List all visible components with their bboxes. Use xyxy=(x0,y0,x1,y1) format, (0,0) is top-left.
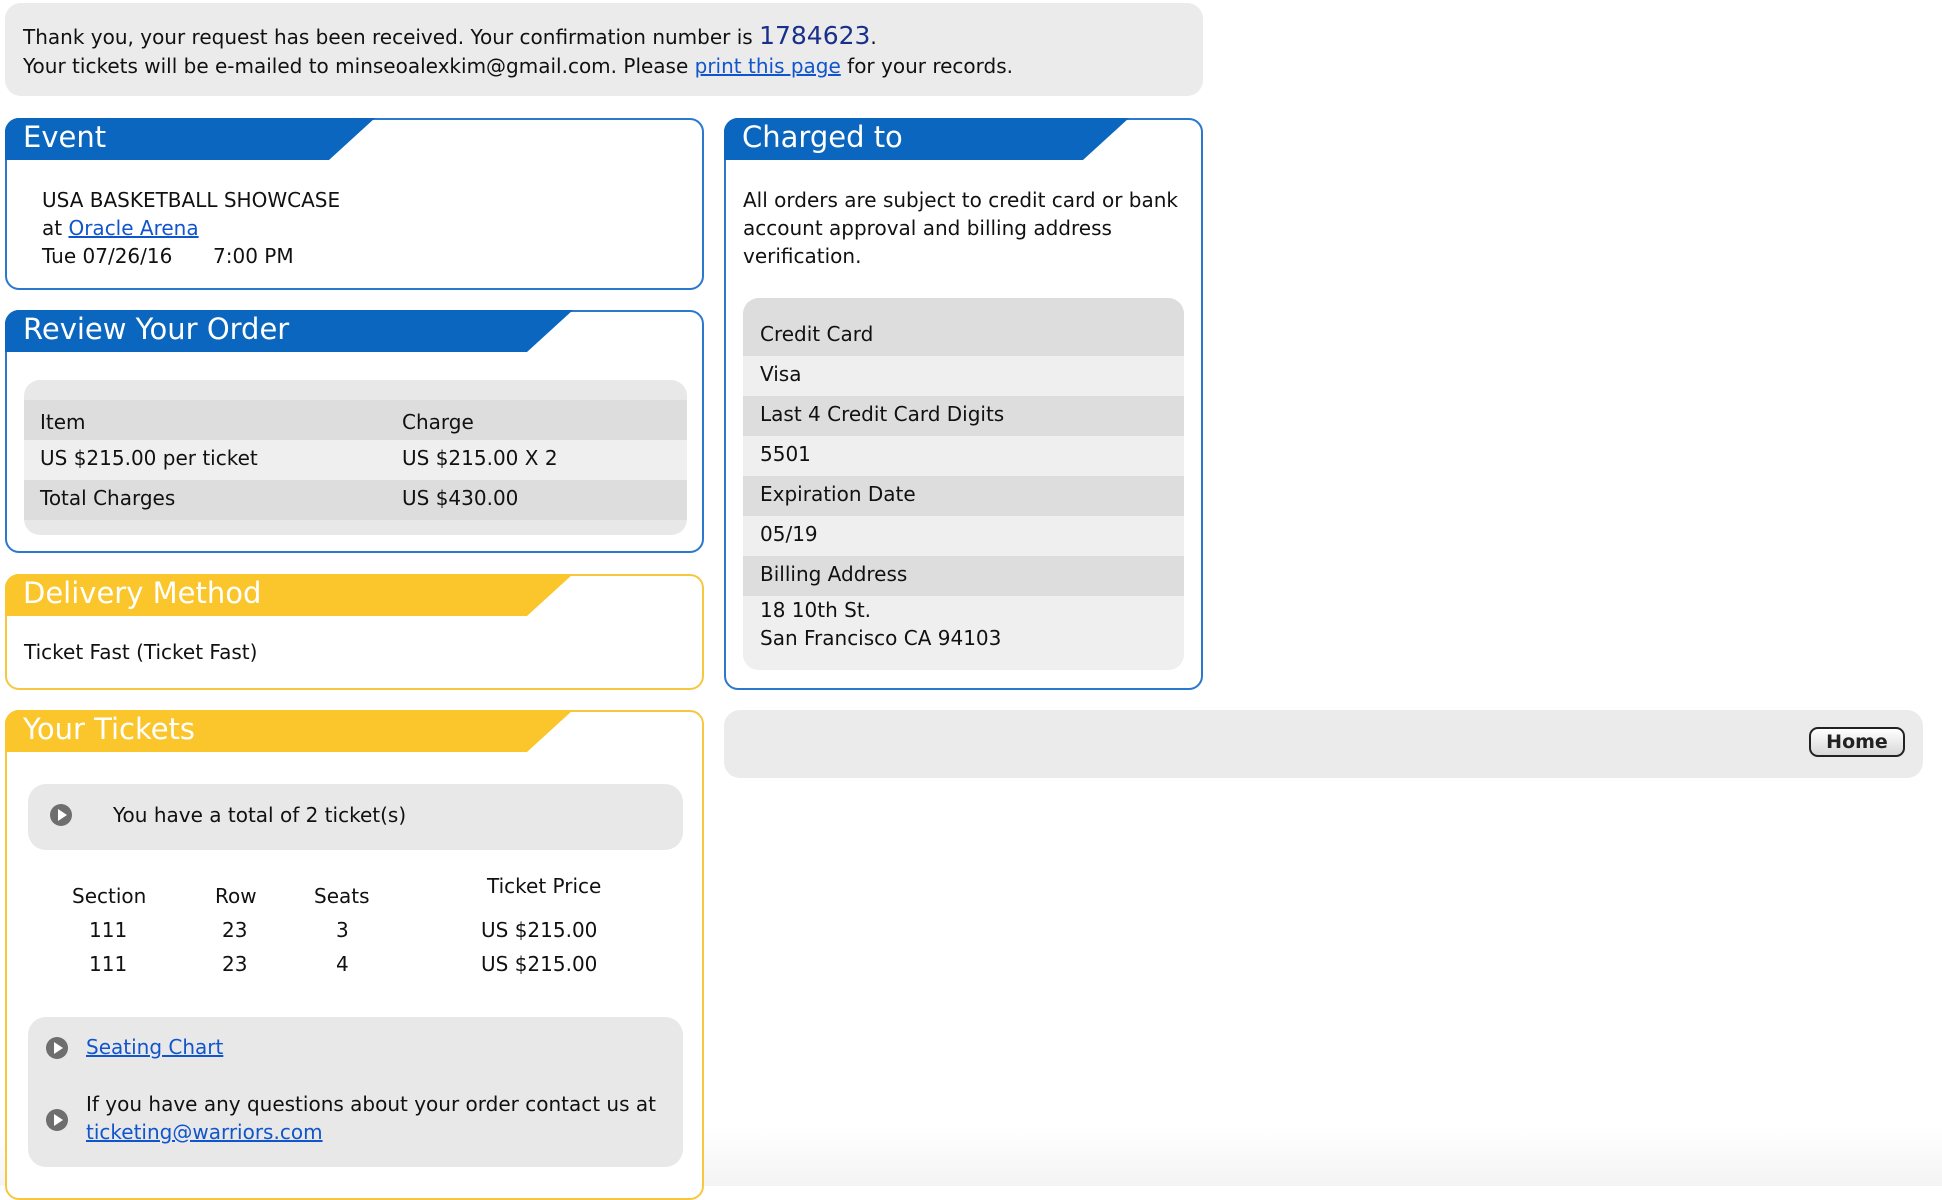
charge-cell: US $215.00 X 2 xyxy=(402,446,558,470)
row-cell: 23 xyxy=(222,952,248,976)
confirmation-period: . xyxy=(870,25,877,49)
confirmation-number: 1784623 xyxy=(759,21,871,50)
credit-card-value: Visa xyxy=(760,362,802,386)
seat-cell: 3 xyxy=(336,918,349,942)
approval-notice-line-1: All orders are subject to credit card or… xyxy=(743,188,1178,212)
review-order-panel: Review Your Order Item Charge US $215.00… xyxy=(5,310,704,553)
event-venue-line: at Oracle Arena xyxy=(42,214,199,242)
confirmation-line-1: Thank you, your request has been receive… xyxy=(23,21,1203,52)
delivery-method-header: Delivery Method xyxy=(5,574,573,616)
venue-link[interactable]: Oracle Arena xyxy=(68,216,198,240)
approval-notice-line-2: account approval and billing address xyxy=(743,216,1112,240)
billing-address-label: Billing Address xyxy=(760,562,908,586)
expiration-value-row: 05/19 xyxy=(743,516,1184,556)
approval-notice-line-3: verification. xyxy=(743,244,862,268)
seating-chart-link[interactable]: Seating Chart xyxy=(86,1033,223,1061)
table-row: US $215.00 per ticket US $215.00 X 2 xyxy=(24,440,687,480)
home-button[interactable]: Home xyxy=(1809,727,1905,757)
delivery-method-panel: Delivery Method Ticket Fast (Ticket Fast… xyxy=(5,574,704,690)
last4-value-row: 5501 xyxy=(743,436,1184,476)
price-cell: US $215.00 xyxy=(481,952,598,976)
payment-details-box: Credit Card Visa Last 4 Credit Card Digi… xyxy=(743,298,1184,670)
billing-address-value-row: 18 10th St. San Francisco CA 94103 xyxy=(743,596,1184,670)
billing-address-line-2: San Francisco CA 94103 xyxy=(760,626,1002,650)
delivery-method-value: Ticket Fast (Ticket Fast) xyxy=(24,640,258,664)
item-cell: Total Charges xyxy=(40,486,176,510)
section-column-header: Section xyxy=(72,884,147,908)
confirmation-line-2: Your tickets will be e-mailed to minseoa… xyxy=(23,52,1203,81)
billing-address-line-1: 18 10th St. xyxy=(760,598,872,622)
item-cell: US $215.00 per ticket xyxy=(40,446,258,470)
event-panel: Event USA BASKETBALL SHOWCASE at Oracle … xyxy=(5,118,704,290)
credit-card-label-row: Credit Card xyxy=(743,298,1184,356)
item-column-header: Item xyxy=(40,410,86,434)
ticket-info-box: Seating Chart If you have any questions … xyxy=(28,1017,683,1167)
charge-column-header: Charge xyxy=(402,410,474,434)
order-table-header: Item Charge xyxy=(24,400,687,440)
event-time: 7:00 PM xyxy=(213,244,294,268)
arrow-bullet-icon xyxy=(46,1109,68,1131)
last4-value: 5501 xyxy=(760,442,811,466)
confirmation-banner: Thank you, your request has been receive… xyxy=(5,3,1203,96)
at-label: at xyxy=(42,216,69,240)
your-tickets-header: Your Tickets xyxy=(5,710,573,752)
ticket-total-box: You have a total of 2 ticket(s) xyxy=(28,784,683,850)
charge-cell: US $430.00 xyxy=(402,486,519,510)
price-cell: US $215.00 xyxy=(481,918,598,942)
event-date: Tue 07/26/16 xyxy=(42,244,173,268)
review-order-header: Review Your Order xyxy=(5,310,573,352)
billing-address-label-row: Billing Address xyxy=(743,556,1184,596)
expiration-value: 05/19 xyxy=(760,522,818,546)
ticket-total-text: You have a total of 2 ticket(s) xyxy=(113,803,407,827)
expiration-label-row: Expiration Date xyxy=(743,476,1184,516)
arrow-bullet-icon xyxy=(46,1037,68,1059)
seats-column-header: Seats xyxy=(314,884,370,908)
last4-label: Last 4 Credit Card Digits xyxy=(760,402,1005,426)
credit-card-label: Credit Card xyxy=(760,322,874,346)
row-cell: 23 xyxy=(222,918,248,942)
email-notice-text: Your tickets will be e-mailed to minseoa… xyxy=(23,54,695,78)
action-bar: Home xyxy=(724,710,1923,778)
order-table: Item Charge US $215.00 per ticket US $21… xyxy=(24,380,687,535)
row-column-header: Row xyxy=(215,884,257,908)
section-cell: 111 xyxy=(89,952,128,976)
credit-card-value-row: Visa xyxy=(743,356,1184,396)
ticket-price-column-header: Ticket Price xyxy=(487,874,602,898)
records-text: for your records. xyxy=(840,54,1014,78)
charged-to-panel: Charged to All orders are subject to cre… xyxy=(724,118,1203,690)
questions-text: If you have any questions about your ord… xyxy=(86,1092,656,1116)
section-cell: 111 xyxy=(89,918,128,942)
seat-cell: 4 xyxy=(336,952,349,976)
confirmation-text: Thank you, your request has been receive… xyxy=(23,25,760,49)
table-row-total: Total Charges US $430.00 xyxy=(24,480,687,520)
expiration-label: Expiration Date xyxy=(760,482,916,506)
your-tickets-panel: Your Tickets You have a total of 2 ticke… xyxy=(5,710,704,1200)
charged-to-header: Charged to xyxy=(724,118,1129,160)
contact-email-link[interactable]: ticketing@warriors.com xyxy=(86,1118,323,1146)
print-page-link[interactable]: print this page xyxy=(695,54,841,78)
event-name: USA BASKETBALL SHOWCASE xyxy=(42,188,341,212)
last4-label-row: Last 4 Credit Card Digits xyxy=(743,396,1184,436)
event-header: Event xyxy=(5,118,375,160)
arrow-bullet-icon xyxy=(50,804,72,826)
